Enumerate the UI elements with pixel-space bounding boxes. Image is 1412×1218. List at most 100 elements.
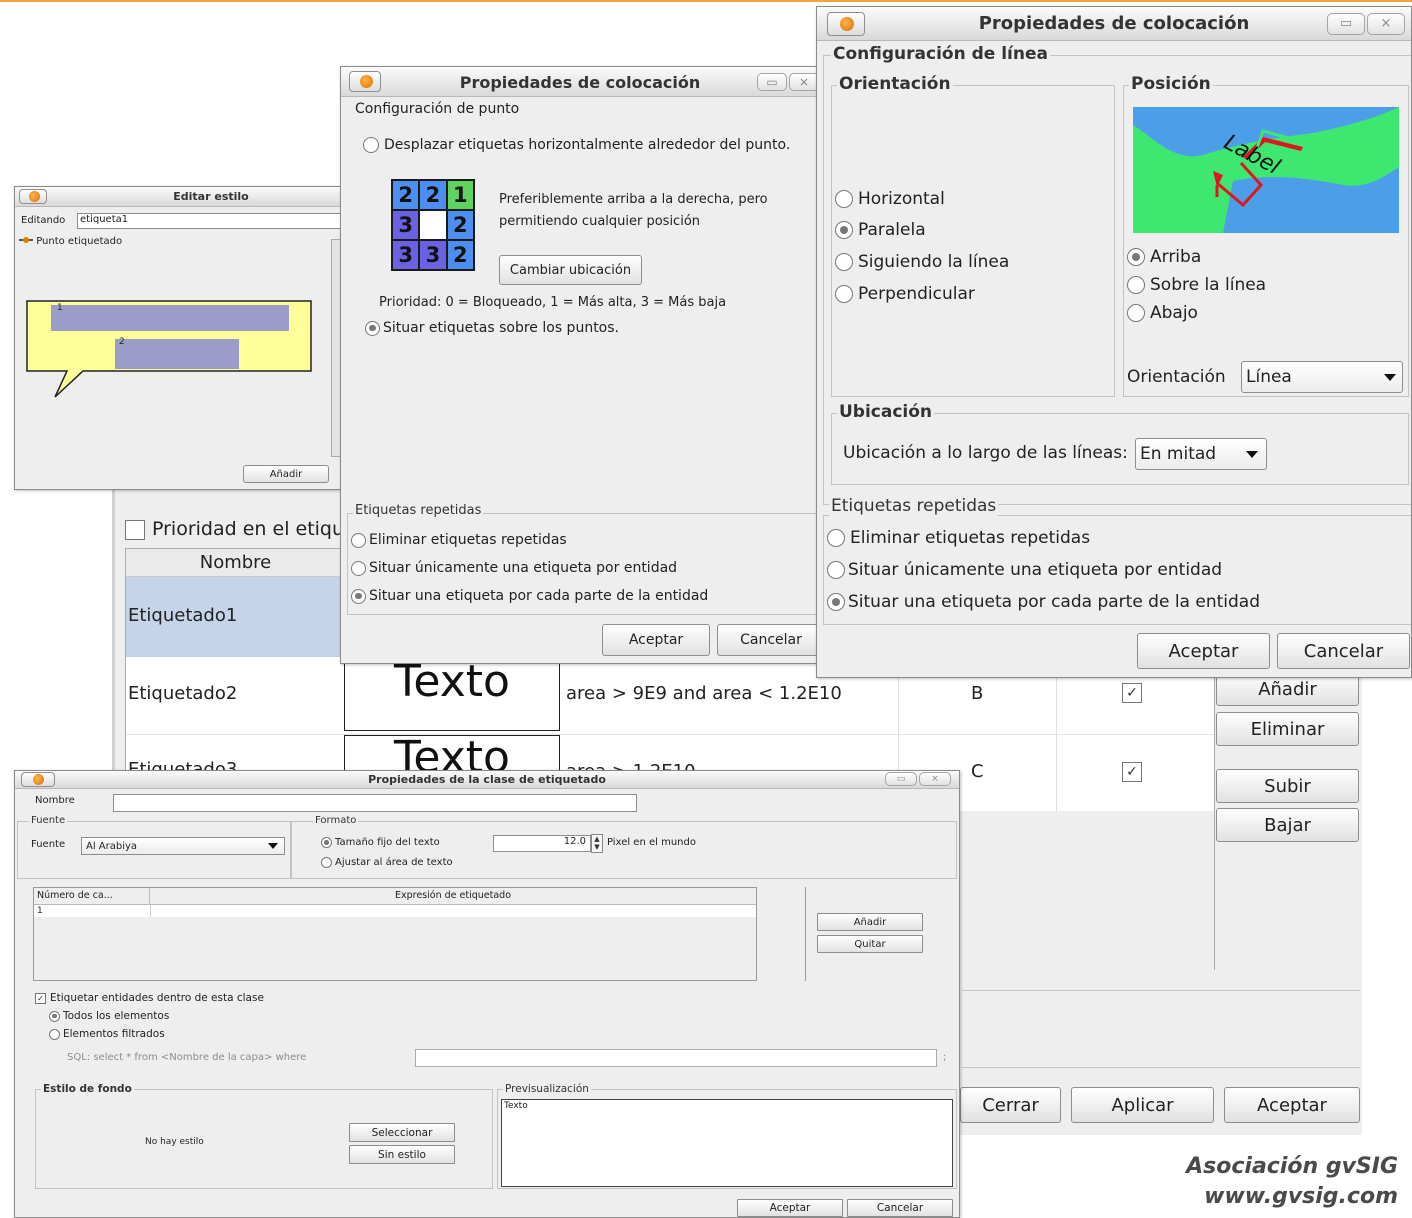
orient-horizontal-radio[interactable]: Horizontal bbox=[835, 189, 945, 209]
add-expression-button[interactable]: Añadir bbox=[817, 913, 923, 931]
close-button[interactable]: Cerrar bbox=[960, 1087, 1061, 1123]
name-input[interactable] bbox=[113, 794, 637, 812]
row-preview: Texto bbox=[344, 659, 560, 731]
section-title: Configuración de punto bbox=[355, 101, 520, 117]
repeat-one-radio[interactable]: Situar únicamente una etiqueta por entid… bbox=[827, 560, 1222, 580]
repeat-remove-radio[interactable]: Eliminar etiquetas repetidas bbox=[351, 532, 567, 548]
all-elements-radio[interactable]: Todos los elementos bbox=[49, 1010, 169, 1022]
orientation-select[interactable]: Línea bbox=[1241, 361, 1403, 393]
edit-style-window: Editar estilo Editando etiqueta1 Punto e… bbox=[14, 186, 348, 490]
apply-button[interactable]: Aplicar bbox=[1071, 1087, 1214, 1123]
grid-cell bbox=[420, 211, 446, 239]
orient-follow-label: Siguiendo la línea bbox=[858, 252, 1010, 272]
offset-radio[interactable]: Desplazar etiquetas horizontalmente alre… bbox=[363, 137, 790, 153]
pos-above-label: Arriba bbox=[1150, 247, 1202, 267]
label-class-window: Propiedades de la clase de etiquetado ▭ … bbox=[14, 770, 960, 1218]
grid-cell: 2 bbox=[447, 241, 473, 269]
close-icon[interactable]: × bbox=[919, 772, 951, 786]
font-label: Fuente bbox=[31, 839, 66, 850]
col-header-expr: Expresión de etiquetado bbox=[150, 888, 756, 905]
repeat-one-label: Situar únicamente una etiqueta por entid… bbox=[848, 560, 1223, 580]
all-elements-label: Todos los elementos bbox=[63, 1010, 170, 1022]
row-name: Etiquetado2 bbox=[128, 683, 238, 704]
close-icon[interactable]: × bbox=[789, 73, 819, 91]
sql-end: ; bbox=[943, 1052, 947, 1063]
repeat-legend: Etiquetas repetidas bbox=[829, 496, 999, 516]
select-style-button[interactable]: Seleccionar bbox=[349, 1123, 455, 1142]
chevron-down-icon bbox=[1246, 451, 1258, 458]
remove-expression-button[interactable]: Quitar bbox=[817, 935, 923, 953]
position-preview-map: Label bbox=[1133, 107, 1399, 233]
col-header-num: Número de ca... bbox=[34, 888, 150, 905]
priority-checkbox[interactable] bbox=[125, 520, 145, 540]
spinner-icon[interactable]: ▲ ▼ bbox=[591, 834, 603, 853]
tree-item-point[interactable]: Punto etiquetado bbox=[19, 236, 122, 247]
fit-area-radio[interactable]: Ajustar al área de texto bbox=[321, 857, 453, 868]
close-icon[interactable]: × bbox=[1367, 13, 1405, 35]
location-select[interactable]: En mitad bbox=[1135, 438, 1267, 470]
pos-on-radio[interactable]: Sobre la línea bbox=[1127, 275, 1266, 295]
priority-text: Prioridad: 0 = Bloqueado, 1 = Más alta, … bbox=[379, 295, 727, 310]
minimize-icon[interactable]: ▭ bbox=[885, 772, 917, 786]
editing-input[interactable]: etiqueta1 bbox=[77, 213, 347, 229]
position-description: Preferiblemente arriba a la derecha, per… bbox=[499, 189, 768, 233]
accept-button[interactable]: Aceptar bbox=[737, 1199, 843, 1217]
repeat-remove-label: Eliminar etiquetas repetidas bbox=[369, 532, 567, 548]
title-bar: Propiedades de la clase de etiquetado ▭ … bbox=[15, 771, 959, 789]
up-button[interactable]: Subir bbox=[1216, 769, 1359, 803]
format-legend: Formato bbox=[313, 815, 359, 826]
on-points-radio[interactable]: Situar etiquetas sobre los puntos. bbox=[365, 320, 619, 336]
repeat-each-label: Situar una etiqueta por cada parte de la… bbox=[369, 588, 709, 604]
priority-grid[interactable]: 2 2 1 3 2 3 3 2 bbox=[391, 179, 475, 271]
repeat-each-radio[interactable]: Situar una etiqueta por cada parte de la… bbox=[827, 592, 1260, 612]
remove-button[interactable]: Eliminar bbox=[1216, 712, 1359, 746]
label-entities-checkbox[interactable]: ✓ Etiquetar entidades dentro de esta clas… bbox=[35, 992, 264, 1004]
change-location-button[interactable]: Cambiar ubicación bbox=[499, 255, 642, 285]
minimize-icon[interactable]: ▭ bbox=[757, 73, 787, 91]
accept-button[interactable]: Aceptar bbox=[1224, 1087, 1360, 1123]
row-expression: area > 9E9 and area < 1.2E10 bbox=[566, 683, 842, 704]
pos-above-radio[interactable]: Arriba bbox=[1127, 247, 1201, 267]
fixed-size-radio[interactable]: Tamaño fijo del texto bbox=[321, 837, 440, 848]
balloon-label-1: 1 bbox=[57, 303, 63, 313]
app-icon bbox=[19, 189, 47, 204]
row-checkbox[interactable]: ✓ bbox=[1122, 762, 1142, 782]
repeat-each-radio[interactable]: Situar una etiqueta por cada parte de la… bbox=[351, 588, 708, 604]
orientation-legend: Orientación bbox=[837, 74, 953, 94]
title-bar: Propiedades de colocación ▭ × bbox=[817, 7, 1411, 41]
add-style-button[interactable]: Añadir bbox=[243, 465, 329, 483]
size-input[interactable]: 12.0 bbox=[493, 835, 591, 852]
accept-button[interactable]: Aceptar bbox=[602, 624, 710, 656]
down-button[interactable]: Bajar bbox=[1216, 808, 1359, 842]
brand-watermark: Asociación gvSIG www.gvsig.com bbox=[1186, 1152, 1398, 1212]
repeat-one-radio[interactable]: Situar únicamente una etiqueta por entid… bbox=[351, 560, 677, 576]
orient-parallel-label: Paralela bbox=[858, 220, 926, 240]
cancel-button[interactable]: Cancelar bbox=[1277, 633, 1410, 669]
row-checkbox[interactable]: ✓ bbox=[1122, 683, 1142, 703]
brand-url: www.gvsig.com bbox=[1204, 1184, 1398, 1209]
cancel-button[interactable]: Cancelar bbox=[717, 624, 819, 656]
repeat-remove-radio[interactable]: Eliminar etiquetas repetidas bbox=[827, 528, 1090, 548]
orient-perp-radio[interactable]: Perpendicular bbox=[835, 284, 975, 304]
table-row[interactable]: 1 bbox=[34, 905, 756, 917]
orientation-fieldset bbox=[831, 85, 1115, 397]
font-select[interactable]: Al Arabiya bbox=[81, 837, 285, 855]
orient-parallel-radio[interactable]: Paralela bbox=[835, 220, 926, 240]
repeat-legend: Etiquetas repetidas bbox=[353, 503, 484, 518]
window-title: Editar estilo bbox=[173, 190, 249, 203]
grid-cell: 3 bbox=[420, 241, 446, 269]
orient-follow-radio[interactable]: Siguiendo la línea bbox=[835, 252, 1009, 272]
position-legend: Posición bbox=[1129, 74, 1213, 94]
pos-below-radio[interactable]: Abajo bbox=[1127, 303, 1198, 323]
filtered-radio[interactable]: Elementos filtrados bbox=[49, 1028, 165, 1040]
location-select-value: En mitad bbox=[1140, 444, 1217, 464]
cancel-button[interactable]: Cancelar bbox=[847, 1199, 953, 1217]
no-style-button[interactable]: Sin estilo bbox=[349, 1145, 455, 1164]
sql-input[interactable] bbox=[415, 1049, 937, 1067]
preview-legend: Previsualización bbox=[503, 1083, 591, 1095]
accept-button[interactable]: Aceptar bbox=[1137, 633, 1270, 669]
grid-cell: 2 bbox=[393, 181, 419, 209]
filtered-label: Elementos filtrados bbox=[63, 1028, 165, 1040]
grid-cell: 2 bbox=[420, 181, 446, 209]
minimize-icon[interactable]: ▭ bbox=[1327, 13, 1365, 35]
